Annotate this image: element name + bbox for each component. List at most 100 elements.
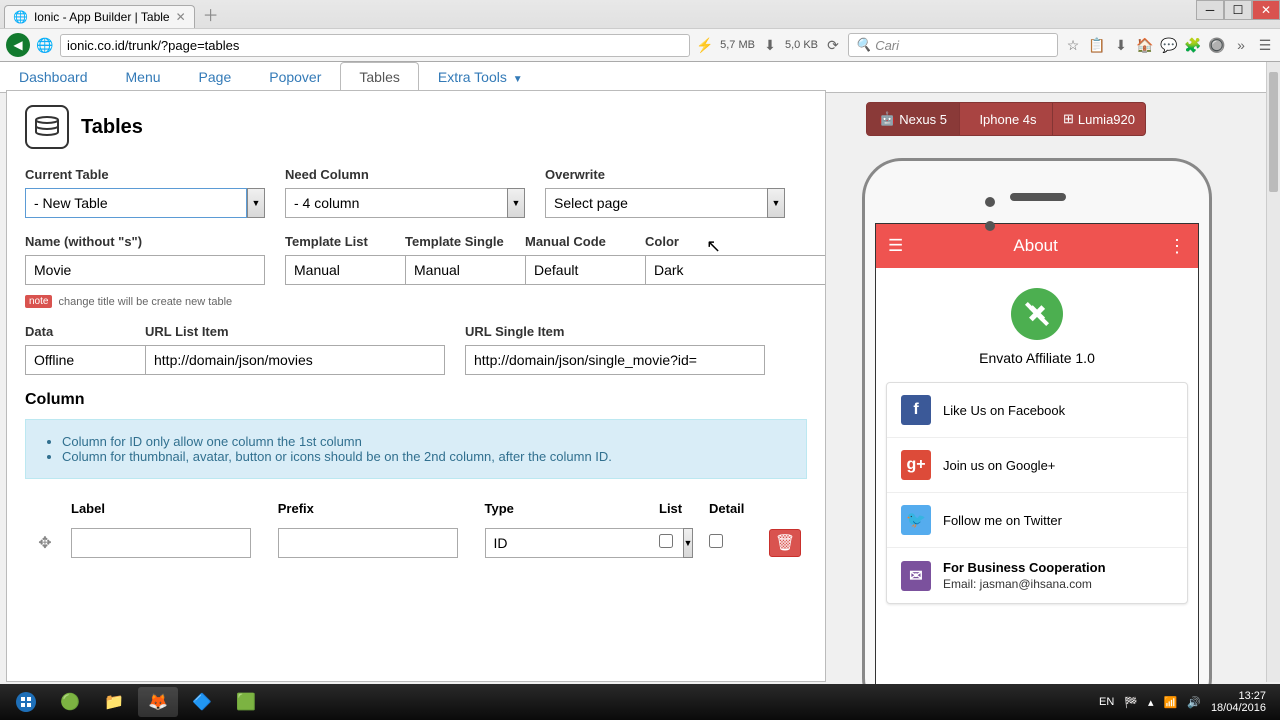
search-input[interactable]: 🔍 Cari <box>848 33 1058 57</box>
data-label: Data <box>25 324 125 339</box>
app-taskbar-icon[interactable]: 🔷 <box>182 687 222 717</box>
email-item[interactable]: ✉ For Business Cooperation Email: jasman… <box>887 548 1187 603</box>
url-input[interactable]: ionic.co.id/trunk/?page=tables <box>60 34 690 57</box>
start-button[interactable] <box>6 687 46 717</box>
back-button[interactable]: ◀ <box>6 33 30 57</box>
tab-tables[interactable]: Tables <box>340 62 418 93</box>
search-icon: 🔍 <box>855 37 871 53</box>
delete-row-button[interactable]: 🗑 <box>769 529 801 557</box>
tab-extra-tools[interactable]: Extra Tools ▼ <box>419 62 542 92</box>
tray-lang[interactable]: EN <box>1099 696 1114 708</box>
chevron-down-icon[interactable]: ▼ <box>767 188 785 218</box>
download-size-icon: ⬇ <box>761 36 779 54</box>
need-column-label: Need Column <box>285 167 525 182</box>
googleplus-item[interactable]: g+ Join us on Google+ <box>887 438 1187 493</box>
row-prefix-input[interactable] <box>278 528 458 558</box>
twitter-label: Follow me on Twitter <box>943 513 1173 528</box>
chat-icon[interactable]: 💬 <box>1160 36 1178 54</box>
explorer-taskbar-icon[interactable]: 📁 <box>94 687 134 717</box>
bookmark-icon[interactable]: ☆ <box>1064 36 1082 54</box>
tray-flag-icon[interactable]: 🏁 <box>1124 696 1138 709</box>
tray-network-icon[interactable]: 📶 <box>1164 696 1178 709</box>
home-icon[interactable]: 🏠 <box>1136 36 1154 54</box>
firefox-taskbar-icon[interactable]: 🦊 <box>138 687 178 717</box>
tab-page[interactable]: Page <box>180 62 251 92</box>
tab-close-icon[interactable]: ✕ <box>176 10 186 24</box>
template-list-label: Template List <box>285 234 385 249</box>
more-icon[interactable]: » <box>1232 36 1250 54</box>
current-table-select[interactable] <box>25 188 247 218</box>
url-list-input[interactable] <box>145 345 445 375</box>
mem-1: 5,7 MB <box>720 39 755 51</box>
browser-chrome: 🌐 Ionic - App Builder | Table ✕ ＋ ◀ 🌐 io… <box>0 0 1280 62</box>
tables-icon <box>25 105 69 149</box>
url-list-label: URL List Item <box>145 324 445 339</box>
th-detail: Detail <box>703 495 763 522</box>
need-column-select[interactable] <box>285 188 507 218</box>
name-input[interactable] <box>25 255 265 285</box>
th-list: List <box>653 495 703 522</box>
more-vert-icon[interactable]: ⋮ <box>1168 236 1186 257</box>
browser-tab[interactable]: 🌐 Ionic - App Builder | Table ✕ <box>4 5 195 28</box>
search-placeholder: Cari <box>875 38 899 53</box>
app-nav: Dashboard Menu Page Popover Tables Extra… <box>0 62 1280 93</box>
menu-icon[interactable]: ☰ <box>1256 36 1274 54</box>
url-single-label: URL Single Item <box>465 324 765 339</box>
manual-code-label: Manual Code <box>525 234 625 249</box>
app-logo-icon: ✖ <box>1011 288 1063 340</box>
main-panel: Tables Current Table ▼ Need Column ▼ Ove… <box>6 90 826 682</box>
info-line-1: Column for ID only allow one column the … <box>62 434 788 449</box>
columns-table: Label Prefix Type List Detail ✥ <box>25 495 807 564</box>
row-type-select[interactable] <box>485 528 683 558</box>
tab-menu[interactable]: Menu <box>107 62 180 92</box>
window-minimize[interactable]: ─ <box>1196 0 1224 20</box>
overwrite-select[interactable] <box>545 188 767 218</box>
chevron-down-icon[interactable]: ▼ <box>507 188 525 218</box>
app-name: Envato Affiliate 1.0 <box>886 350 1188 366</box>
social-card: f Like Us on Facebook g+ Join us on Goog… <box>886 382 1188 604</box>
puzzle-icon[interactable]: 🧩 <box>1184 36 1202 54</box>
shield-icon[interactable]: 🔘 <box>1208 36 1226 54</box>
color-label: Color <box>645 234 745 249</box>
hamburger-icon[interactable]: ☰ <box>888 236 903 256</box>
email-icon: ✉ <box>901 561 931 591</box>
chevron-down-icon: ▼ <box>513 74 523 85</box>
facebook-item[interactable]: f Like Us on Facebook <box>887 383 1187 438</box>
color-select[interactable] <box>645 255 826 285</box>
template-single-label: Template Single <box>405 234 505 249</box>
tray-clock[interactable]: 13:27 18/04/2016 <box>1211 690 1266 714</box>
chevron-down-icon[interactable]: ▼ <box>247 188 265 218</box>
download-icon[interactable]: ⬇ <box>1112 36 1130 54</box>
app-header: ☰ About ⋮ <box>876 224 1198 268</box>
tray-volume-icon[interactable]: 🔊 <box>1187 696 1201 709</box>
row-label-input[interactable] <box>71 528 251 558</box>
chevron-down-icon[interactable]: ▼ <box>683 528 694 558</box>
taskbar: 🟢 📁 🦊 🔷 🟩 EN 🏁 ▴ 📶 🔊 13:27 18/04/2016 <box>0 684 1280 720</box>
tray-up-icon[interactable]: ▴ <box>1148 696 1154 709</box>
url-single-input[interactable] <box>465 345 765 375</box>
drag-handle-icon[interactable]: ✥ <box>25 522 65 564</box>
clipboard-icon[interactable]: 📋 <box>1088 36 1106 54</box>
new-tab-button[interactable]: ＋ <box>195 0 227 28</box>
row-list-checkbox[interactable] <box>659 534 673 548</box>
info-line-2: Column for thumbnail, avatar, button or … <box>62 449 788 464</box>
mem-2: 5,0 KB <box>785 39 818 51</box>
device-selector: 🤖Nexus 5 Iphone 4s ⊞Lumia920 <box>866 102 1146 136</box>
twitter-item[interactable]: 🐦 Follow me on Twitter <box>887 493 1187 548</box>
chrome-taskbar-icon[interactable]: 🟢 <box>50 687 90 717</box>
app2-taskbar-icon[interactable]: 🟩 <box>226 687 266 717</box>
googleplus-icon: g+ <box>901 450 931 480</box>
phone-mockup: ☰ About ⋮ ✖ Envato Affiliate 1.0 f Like … <box>862 158 1212 718</box>
device-nexus[interactable]: 🤖Nexus 5 <box>867 103 960 135</box>
device-iphone[interactable]: Iphone 4s <box>960 103 1053 135</box>
th-type: Type <box>479 495 653 522</box>
device-lumia[interactable]: ⊞Lumia920 <box>1053 103 1145 135</box>
row-detail-checkbox[interactable] <box>709 534 723 548</box>
window-maximize[interactable]: ☐ <box>1224 0 1252 20</box>
page-scrollbar[interactable] <box>1266 62 1280 682</box>
email-sub: Email: jasman@ihsana.com <box>943 577 1173 591</box>
tab-popover[interactable]: Popover <box>250 62 340 92</box>
window-close[interactable]: ✕ <box>1252 0 1280 20</box>
reload-icon[interactable]: ⟳ <box>824 36 842 54</box>
tab-dashboard[interactable]: Dashboard <box>0 62 107 92</box>
